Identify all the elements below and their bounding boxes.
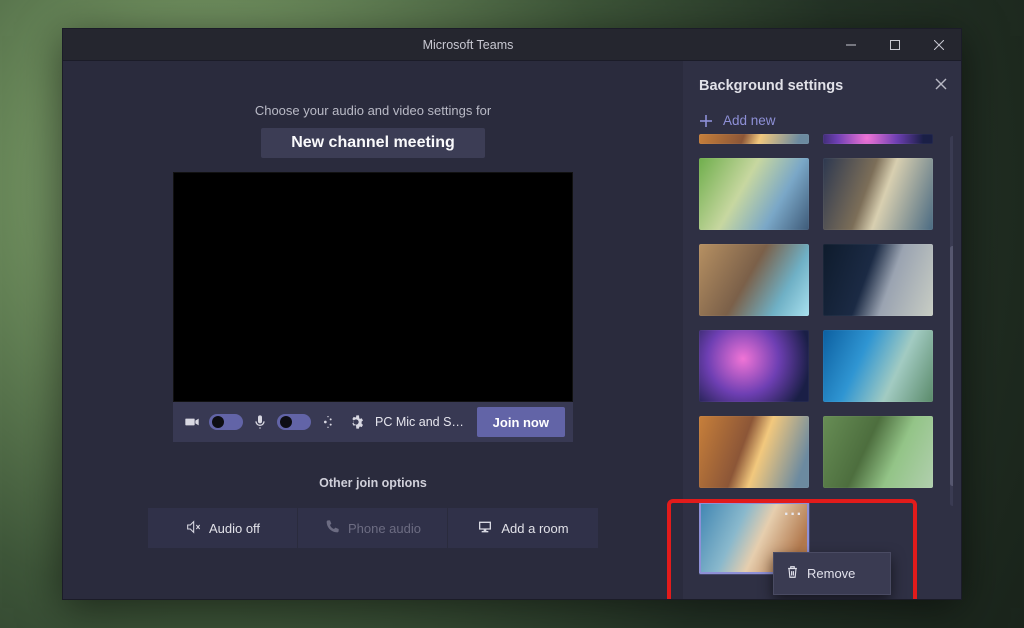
background-thumb[interactable] (823, 244, 933, 316)
phone-audio-label: Phone audio (348, 521, 421, 536)
microphone-icon (249, 411, 271, 433)
maximize-button[interactable] (873, 29, 917, 61)
thumb-context-menu: Remove (773, 552, 891, 595)
thumb-more-menu-button[interactable]: ··· (784, 506, 803, 524)
background-thumb[interactable] (699, 158, 809, 230)
background-effects-icon[interactable] (317, 411, 339, 433)
other-options-label: Other join options (319, 476, 427, 490)
titlebar: Microsoft Teams (63, 29, 961, 61)
background-thumb[interactable] (699, 416, 809, 488)
remove-label: Remove (807, 566, 855, 581)
scrollbar-thumb[interactable] (950, 246, 953, 486)
trash-icon (786, 565, 799, 582)
background-thumb[interactable] (699, 330, 809, 402)
add-new-label: Add new (723, 113, 776, 128)
teams-window: Microsoft Teams Choose your audio and vi… (62, 28, 962, 600)
background-thumb-scroll: ··· (699, 134, 953, 591)
phone-icon (324, 519, 340, 538)
add-new-button[interactable]: Add new (699, 113, 953, 128)
panel-close-button[interactable] (935, 77, 947, 95)
background-thumb-peek[interactable] (823, 134, 933, 144)
background-thumb[interactable] (823, 158, 933, 230)
join-now-label: Join now (493, 415, 549, 430)
settings-hint: Choose your audio and video settings for (255, 103, 491, 118)
device-label[interactable]: PC Mic and Sp… (375, 415, 465, 429)
camera-toggle[interactable] (209, 414, 243, 430)
camera-icon (181, 411, 203, 433)
panel-title: Background settings (699, 78, 843, 94)
minimize-button[interactable] (829, 29, 873, 61)
background-thumb[interactable] (823, 330, 933, 402)
phone-audio-option: Phone audio (298, 508, 448, 548)
window-controls (829, 29, 961, 61)
microphone-toggle[interactable] (277, 414, 311, 430)
speaker-off-icon (185, 519, 201, 538)
cast-icon (477, 519, 493, 538)
background-thumb[interactable] (699, 244, 809, 316)
add-room-label: Add a room (501, 521, 568, 536)
window-title: Microsoft Teams (107, 38, 829, 52)
video-block: PC Mic and Sp… Join now (173, 172, 573, 442)
join-now-button[interactable]: Join now (477, 407, 565, 437)
meeting-name-field[interactable]: New channel meeting (261, 128, 485, 158)
other-options-row: Audio off Phone audio Add a room (148, 508, 598, 548)
audio-off-label: Audio off (209, 521, 260, 536)
background-thumb-peek[interactable] (699, 134, 809, 144)
device-settings-icon[interactable] (345, 411, 367, 433)
background-thumb[interactable] (823, 416, 933, 488)
controls-bar: PC Mic and Sp… Join now (173, 402, 573, 442)
meeting-name: New channel meeting (291, 134, 455, 152)
close-button[interactable] (917, 29, 961, 61)
background-settings-panel: Background settings Add new (683, 61, 961, 599)
prejoin-panel: Choose your audio and video settings for… (63, 61, 683, 599)
audio-off-option[interactable]: Audio off (148, 508, 298, 548)
remove-menu-item[interactable]: Remove (774, 559, 890, 588)
add-room-option[interactable]: Add a room (448, 508, 598, 548)
scrollbar[interactable] (950, 136, 953, 506)
video-preview (173, 172, 573, 402)
